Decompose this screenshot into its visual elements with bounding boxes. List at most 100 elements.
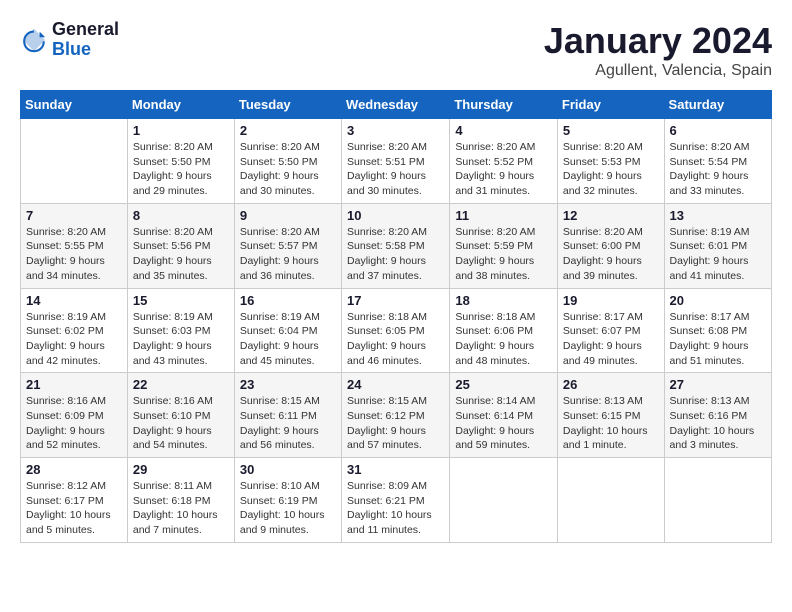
calendar-cell: 16 Sunrise: 8:19 AMSunset: 6:04 PMDayligh…	[234, 288, 341, 373]
calendar-cell	[450, 458, 558, 543]
day-info: Sunrise: 8:18 AMSunset: 6:06 PMDaylight:…	[455, 310, 552, 369]
calendar-cell	[664, 458, 771, 543]
calendar-cell: 7Sunrise: 8:20 AMSunset: 5:55 PMDaylight…	[21, 203, 128, 288]
location-title: Agullent, Valencia, Spain	[544, 62, 772, 80]
day-number: 10	[347, 208, 444, 223]
calendar-cell: 4 Sunrise: 8:20 AMSunset: 5:52 PMDaylight…	[450, 119, 558, 204]
day-number: 31	[347, 462, 444, 477]
calendar-cell: 9Sunrise: 8:20 AMSunset: 5:57 PMDaylight…	[234, 203, 341, 288]
calendar-cell: 31 Sunrise: 8:09 AMSunset: 6:21 PMDayligh…	[342, 458, 450, 543]
calendar-week-row: 7Sunrise: 8:20 AMSunset: 5:55 PMDaylight…	[21, 203, 772, 288]
weekday-header: Friday	[557, 91, 664, 119]
day-info: Sunrise: 8:20 AMSunset: 5:55 PMDaylight:…	[26, 225, 122, 284]
calendar-cell: 19 Sunrise: 8:17 AMSunset: 6:07 PMDayligh…	[557, 288, 664, 373]
day-number: 1	[133, 123, 229, 138]
calendar-cell: 14 Sunrise: 8:19 AMSunset: 6:02 PMDayligh…	[21, 288, 128, 373]
weekday-header: Tuesday	[234, 91, 341, 119]
calendar-cell: 18 Sunrise: 8:18 AMSunset: 6:06 PMDayligh…	[450, 288, 558, 373]
calendar-cell	[557, 458, 664, 543]
day-number: 4	[455, 123, 552, 138]
calendar-cell: 12 Sunrise: 8:20 AMSunset: 6:00 PMDayligh…	[557, 203, 664, 288]
day-info: Sunrise: 8:11 AMSunset: 6:18 PMDaylight:…	[133, 479, 229, 538]
day-info: Sunrise: 8:20 AMSunset: 5:51 PMDaylight:…	[347, 140, 444, 199]
day-info: Sunrise: 8:20 AMSunset: 5:54 PMDaylight:…	[670, 140, 766, 199]
calendar-cell: 6 Sunrise: 8:20 AMSunset: 5:54 PMDaylight…	[664, 119, 771, 204]
day-number: 20	[670, 293, 766, 308]
calendar-header-row: SundayMondayTuesdayWednesdayThursdayFrid…	[21, 91, 772, 119]
day-info: Sunrise: 8:20 AMSunset: 5:50 PMDaylight:…	[240, 140, 336, 199]
day-number: 28	[26, 462, 122, 477]
day-info: Sunrise: 8:18 AMSunset: 6:05 PMDaylight:…	[347, 310, 444, 369]
day-info: Sunrise: 8:20 AMSunset: 5:50 PMDaylight:…	[133, 140, 229, 199]
calendar-cell: 23Sunrise: 8:15 AMSunset: 6:11 PMDayligh…	[234, 373, 341, 458]
calendar-table: SundayMondayTuesdayWednesdayThursdayFrid…	[20, 90, 772, 543]
calendar-cell: 17 Sunrise: 8:18 AMSunset: 6:05 PMDayligh…	[342, 288, 450, 373]
calendar-cell: 24Sunrise: 8:15 AMSunset: 6:12 PMDayligh…	[342, 373, 450, 458]
day-number: 23	[240, 377, 336, 392]
calendar-cell: 11 Sunrise: 8:20 AMSunset: 5:59 PMDayligh…	[450, 203, 558, 288]
day-info: Sunrise: 8:20 AMSunset: 6:00 PMDaylight:…	[563, 225, 659, 284]
day-number: 15	[133, 293, 229, 308]
day-number: 18	[455, 293, 552, 308]
calendar-cell: 27Sunrise: 8:13 AMSunset: 6:16 PMDayligh…	[664, 373, 771, 458]
calendar-cell: 21Sunrise: 8:16 AMSunset: 6:09 PMDayligh…	[21, 373, 128, 458]
logo-icon	[20, 26, 48, 54]
calendar-cell: 15 Sunrise: 8:19 AMSunset: 6:03 PMDayligh…	[127, 288, 234, 373]
day-number: 5	[563, 123, 659, 138]
logo-general-text: General	[52, 20, 119, 40]
calendar-week-row: 21Sunrise: 8:16 AMSunset: 6:09 PMDayligh…	[21, 373, 772, 458]
calendar-cell: 20 Sunrise: 8:17 AMSunset: 6:08 PMDayligh…	[664, 288, 771, 373]
calendar-cell: 10 Sunrise: 8:20 AMSunset: 5:58 PMDayligh…	[342, 203, 450, 288]
calendar-cell: 28 Sunrise: 8:12 AMSunset: 6:17 PMDayligh…	[21, 458, 128, 543]
calendar-cell: 5Sunrise: 8:20 AMSunset: 5:53 PMDaylight…	[557, 119, 664, 204]
calendar-cell: 8 Sunrise: 8:20 AMSunset: 5:56 PMDaylight…	[127, 203, 234, 288]
weekday-header: Wednesday	[342, 91, 450, 119]
calendar-cell: 29 Sunrise: 8:11 AMSunset: 6:18 PMDayligh…	[127, 458, 234, 543]
day-info: Sunrise: 8:20 AMSunset: 5:59 PMDaylight:…	[455, 225, 552, 284]
calendar-week-row: 1 Sunrise: 8:20 AMSunset: 5:50 PMDaylight…	[21, 119, 772, 204]
month-title: January 2024	[544, 20, 772, 62]
day-info: Sunrise: 8:19 AMSunset: 6:04 PMDaylight:…	[240, 310, 336, 369]
day-info: Sunrise: 8:10 AMSunset: 6:19 PMDaylight:…	[240, 479, 336, 538]
logo: General Blue	[20, 20, 119, 60]
day-number: 19	[563, 293, 659, 308]
day-number: 22	[133, 377, 229, 392]
calendar-cell: 30Sunrise: 8:10 AMSunset: 6:19 PMDayligh…	[234, 458, 341, 543]
weekday-header: Sunday	[21, 91, 128, 119]
weekday-header: Monday	[127, 91, 234, 119]
day-number: 17	[347, 293, 444, 308]
calendar-cell: 25 Sunrise: 8:14 AMSunset: 6:14 PMDayligh…	[450, 373, 558, 458]
day-info: Sunrise: 8:12 AMSunset: 6:17 PMDaylight:…	[26, 479, 122, 538]
day-number: 27	[670, 377, 766, 392]
calendar-cell	[21, 119, 128, 204]
day-number: 8	[133, 208, 229, 223]
calendar-week-row: 14 Sunrise: 8:19 AMSunset: 6:02 PMDayligh…	[21, 288, 772, 373]
calendar-cell: 26Sunrise: 8:13 AMSunset: 6:15 PMDayligh…	[557, 373, 664, 458]
day-info: Sunrise: 8:17 AMSunset: 6:08 PMDaylight:…	[670, 310, 766, 369]
day-number: 24	[347, 377, 444, 392]
logo-blue-text: Blue	[52, 40, 119, 60]
title-area: January 2024 Agullent, Valencia, Spain	[544, 20, 772, 80]
day-number: 25	[455, 377, 552, 392]
calendar-cell: 2Sunrise: 8:20 AMSunset: 5:50 PMDaylight…	[234, 119, 341, 204]
day-info: Sunrise: 8:19 AMSunset: 6:03 PMDaylight:…	[133, 310, 229, 369]
day-number: 29	[133, 462, 229, 477]
day-number: 11	[455, 208, 552, 223]
day-info: Sunrise: 8:14 AMSunset: 6:14 PMDaylight:…	[455, 394, 552, 453]
calendar-cell: 13Sunrise: 8:19 AMSunset: 6:01 PMDayligh…	[664, 203, 771, 288]
day-number: 12	[563, 208, 659, 223]
day-info: Sunrise: 8:13 AMSunset: 6:15 PMDaylight:…	[563, 394, 659, 453]
day-number: 16	[240, 293, 336, 308]
day-number: 14	[26, 293, 122, 308]
day-info: Sunrise: 8:20 AMSunset: 5:52 PMDaylight:…	[455, 140, 552, 199]
day-info: Sunrise: 8:09 AMSunset: 6:21 PMDaylight:…	[347, 479, 444, 538]
day-number: 6	[670, 123, 766, 138]
day-info: Sunrise: 8:20 AMSunset: 5:58 PMDaylight:…	[347, 225, 444, 284]
day-number: 21	[26, 377, 122, 392]
day-info: Sunrise: 8:17 AMSunset: 6:07 PMDaylight:…	[563, 310, 659, 369]
day-info: Sunrise: 8:20 AMSunset: 5:56 PMDaylight:…	[133, 225, 229, 284]
calendar-week-row: 28 Sunrise: 8:12 AMSunset: 6:17 PMDayligh…	[21, 458, 772, 543]
calendar-cell: 3Sunrise: 8:20 AMSunset: 5:51 PMDaylight…	[342, 119, 450, 204]
day-number: 9	[240, 208, 336, 223]
day-info: Sunrise: 8:19 AMSunset: 6:02 PMDaylight:…	[26, 310, 122, 369]
